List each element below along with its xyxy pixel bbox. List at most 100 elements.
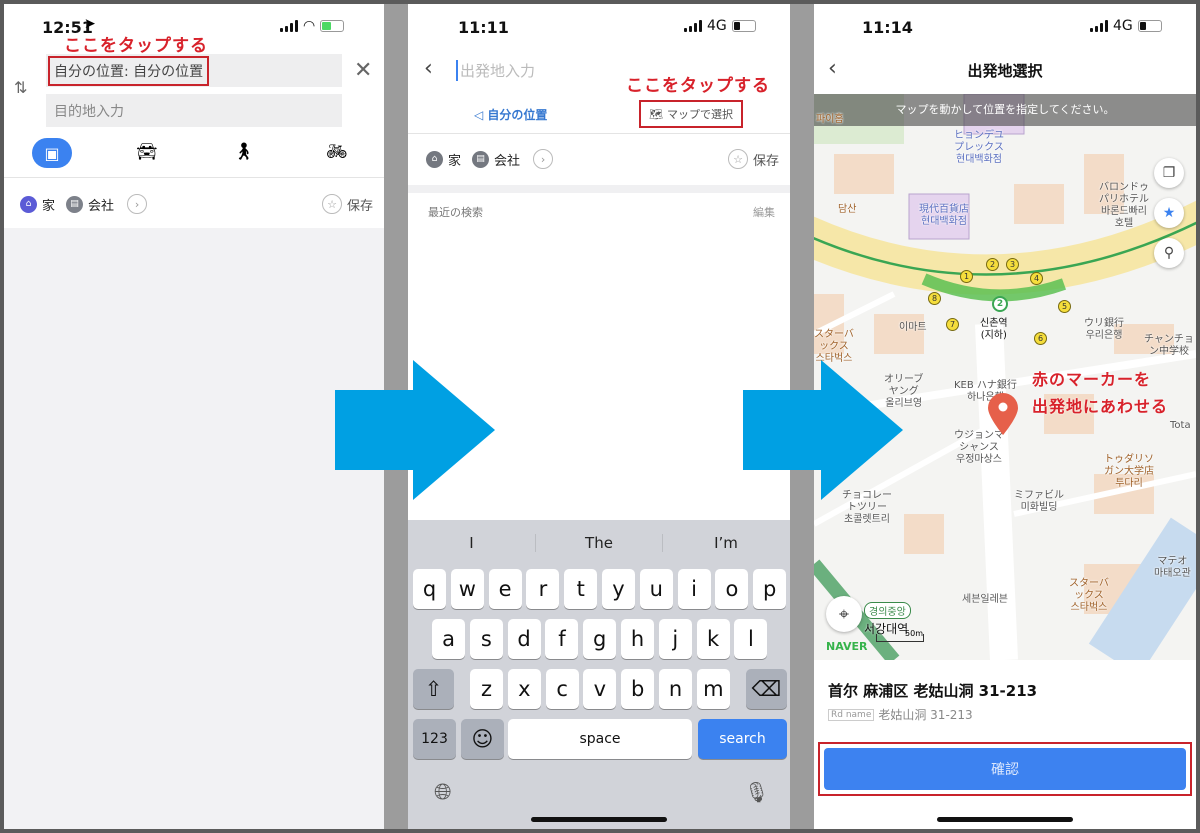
globe-icon[interactable]: 🌐︎ — [434, 780, 452, 805]
divider — [408, 133, 790, 134]
building-icon: ▤ — [66, 195, 84, 213]
key-k[interactable]: k — [696, 619, 730, 659]
microphone-icon[interactable]: 🎙︎ — [744, 780, 769, 804]
annotation-line: 赤のマーカーを — [1032, 370, 1152, 389]
key-x[interactable]: x — [507, 669, 541, 709]
key-d[interactable]: d — [507, 619, 541, 659]
key-h[interactable]: h — [621, 619, 654, 659]
bus-mode-button[interactable]: ▣ — [32, 138, 72, 168]
map-label[interactable]: 세븐일레븐 — [962, 594, 1008, 606]
map-label[interactable]: スターバ ックス 스타벅스 — [1069, 578, 1109, 614]
key-r[interactable]: r — [526, 569, 560, 609]
pin-button[interactable]: ⚲ — [1154, 238, 1184, 268]
station-exit-marker[interactable]: 3 — [1006, 258, 1019, 271]
key-j[interactable]: j — [658, 619, 692, 659]
save-button[interactable]: ☆ 保存 — [728, 149, 779, 169]
map-label[interactable]: ミファビル 미화빌딩 — [1014, 490, 1064, 514]
map-label[interactable]: トゥダリソ ガン大学店 투다리 — [1104, 454, 1154, 490]
battery-charging-icon — [320, 20, 345, 32]
select-on-map-button[interactable]: 🗺︎ マップで選択 — [639, 100, 743, 128]
swap-icon[interactable]: ⇅ — [14, 78, 27, 97]
backspace-key[interactable]: ⌫ — [746, 669, 787, 709]
signal-icon — [684, 20, 702, 32]
car-icon: 🚘︎ — [136, 142, 158, 162]
map-label[interactable]: マテオ 마태오관 — [1154, 556, 1191, 580]
shift-key[interactable]: ⇧ — [413, 669, 454, 709]
key-z[interactable]: z — [470, 669, 503, 709]
status-time: 11:11 — [458, 18, 509, 37]
map-label[interactable]: ウリ銀行 우리은행 — [1084, 318, 1124, 342]
suggestion[interactable]: I — [408, 534, 535, 552]
station-exit-marker[interactable]: 2 — [986, 258, 999, 271]
current-location-button[interactable]: ⌖ — [826, 596, 862, 632]
favorites-map-button[interactable]: ★ — [1154, 198, 1184, 228]
key-w[interactable]: w — [450, 569, 484, 609]
key-y[interactable]: y — [602, 569, 635, 609]
search-key[interactable]: search — [698, 719, 787, 759]
favorite-work[interactable]: 会社 — [494, 150, 520, 169]
map-label[interactable]: チャンチョ ン中学校 — [1144, 334, 1194, 358]
key-i[interactable]: i — [677, 569, 711, 609]
annotation-line: 出発地にあわせる — [1032, 397, 1169, 416]
walk-mode-button[interactable]: 🚶︎ — [233, 142, 255, 162]
red-location-marker-icon[interactable] — [986, 392, 1020, 436]
map-label[interactable]: 파이홈 — [816, 114, 844, 126]
key-g[interactable]: g — [583, 619, 617, 659]
key-q[interactable]: q — [413, 569, 446, 609]
key-o[interactable]: o — [715, 569, 749, 609]
key-s[interactable]: s — [469, 619, 503, 659]
key-p[interactable]: p — [753, 569, 787, 609]
map-icon: 🗺︎ — [649, 107, 663, 121]
map-label[interactable]: 담산 — [838, 204, 856, 216]
station-exit-marker[interactable]: 7 — [946, 318, 959, 331]
numbers-key[interactable]: 123 — [413, 719, 456, 759]
save-button[interactable]: ☆ 保存 — [322, 194, 373, 214]
favorite-work[interactable]: 会社 — [88, 195, 114, 214]
key-b[interactable]: b — [621, 669, 655, 709]
map-label[interactable]: Tota — [1170, 420, 1191, 432]
map-label[interactable]: 이마트 — [899, 322, 927, 334]
map-label[interactable]: バロンドゥ パリホテル 바론드빠리 호텔 — [1099, 182, 1149, 230]
favorite-home[interactable]: 家 — [448, 150, 461, 169]
station-exit-marker[interactable]: 1 — [960, 270, 973, 283]
origin-input[interactable]: 出発地入力 — [456, 60, 535, 81]
key-n[interactable]: n — [659, 669, 692, 709]
suggestion[interactable]: The — [535, 534, 662, 552]
suggestion[interactable]: I’m — [662, 534, 789, 552]
favorite-home[interactable]: 家 — [42, 195, 55, 214]
emoji-key[interactable]: ☺ — [461, 719, 504, 759]
station-exit-marker[interactable]: 6 — [1034, 332, 1047, 345]
key-u[interactable]: u — [639, 569, 673, 609]
chevron-right-icon[interactable]: › — [533, 149, 554, 169]
layers-button[interactable]: ❐ — [1154, 158, 1184, 188]
key-a[interactable]: a — [432, 619, 465, 659]
key-v[interactable]: v — [583, 669, 617, 709]
map-label[interactable]: 現代百貨店 현대백화점 — [919, 204, 969, 228]
close-icon[interactable]: ✕ — [354, 58, 372, 83]
car-mode-button[interactable]: 🚘︎ — [136, 142, 158, 162]
key-t[interactable]: t — [564, 569, 598, 609]
space-key[interactable]: space — [508, 719, 692, 759]
my-location-button[interactable]: ◁ 自分の位置 — [474, 106, 547, 123]
chevron-right-icon[interactable]: › — [127, 194, 148, 214]
edit-button[interactable]: 編集 — [753, 204, 775, 220]
road-name-row: Rd name 老姑山洞 31-213 — [828, 706, 973, 723]
station-exit-marker[interactable]: 4 — [1030, 272, 1043, 285]
key-l[interactable]: l — [734, 619, 768, 659]
key-c[interactable]: c — [545, 669, 579, 709]
key-m[interactable]: m — [696, 669, 730, 709]
key-e[interactable]: e — [488, 569, 522, 609]
bicycle-mode-button[interactable]: 🚲︎ — [326, 142, 348, 162]
station-exit-marker[interactable]: 5 — [1058, 300, 1071, 313]
key-f[interactable]: f — [545, 619, 579, 659]
station-exit-marker[interactable]: 8 — [928, 292, 941, 305]
destination-input[interactable]: 目的地入力 — [46, 94, 342, 127]
map-label[interactable]: 신촌역 (지하) — [980, 318, 1008, 342]
map-label[interactable]: ヒョンデユ プレックス 현대백화점 — [954, 130, 1004, 166]
back-icon[interactable]: ‹ — [424, 56, 433, 81]
home-indicator — [937, 817, 1073, 822]
origin-input[interactable]: 自分の位置: 自分の位置 — [46, 54, 342, 87]
confirm-button[interactable]: 確認 — [824, 748, 1186, 790]
home-indicator — [531, 817, 667, 822]
section-separator — [408, 185, 790, 193]
